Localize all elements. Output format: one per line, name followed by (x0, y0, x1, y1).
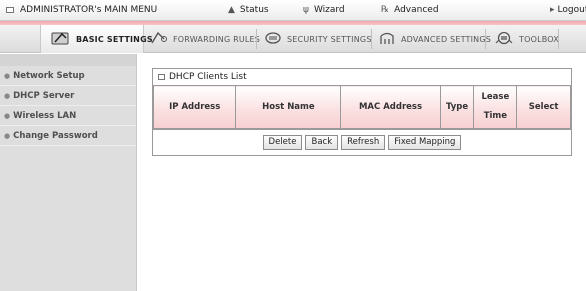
tab-divider (485, 29, 486, 49)
wizard-link[interactable]: ψ Wizard (303, 5, 345, 15)
security-settings-icon (264, 30, 282, 48)
forwarding-rules-icon (150, 30, 168, 48)
wizard-icon: ψ (303, 5, 309, 15)
column-header-select: Select (516, 85, 571, 129)
refresh-button[interactable]: Refresh (341, 135, 386, 150)
status-link[interactable]: ▲ Status (228, 5, 269, 15)
tab-divider (558, 29, 559, 49)
panel-header: DHCP Clients List (153, 69, 571, 85)
column-header-lease-time: Lease Time (473, 85, 518, 129)
column-header-ip-address: IP Address (152, 85, 237, 129)
column-header-mac-address: MAC Address (340, 85, 441, 129)
bullet-icon: ● (4, 111, 11, 120)
dhcp-clients-panel: DHCP Clients List IP Address Host Name M… (152, 68, 572, 156)
button-row: Delete Back Refresh Fixed Mapping (153, 129, 571, 155)
window-icon (158, 74, 165, 80)
sidebar-item-dhcp-server[interactable]: ● DHCP Server (0, 86, 136, 106)
tab-toolbox[interactable]: TOOLBOX (494, 25, 559, 53)
back-button[interactable]: Back (305, 135, 339, 150)
status-icon: ▲ (228, 5, 235, 15)
column-header-type: Type (439, 85, 475, 129)
arrow-right-icon: ▸ (550, 5, 555, 15)
main-tab-bar: BASIC SETTINGS FORWARDING RULES SECURITY… (0, 25, 586, 53)
panel-title: DHCP Clients List (169, 72, 247, 82)
sidebar-item-network-setup[interactable]: ● Network Setup (0, 66, 136, 86)
advanced-icon: ℞ (381, 5, 390, 15)
sidebar-item-change-password[interactable]: ● Change Password (0, 126, 136, 146)
window-icon (6, 7, 14, 13)
tab-basic-settings[interactable]: BASIC SETTINGS (40, 25, 153, 53)
bullet-icon: ● (4, 131, 11, 140)
bullet-icon: ● (4, 71, 11, 80)
logout-link[interactable]: ▸ Logout (550, 5, 586, 15)
sidebar: ● Network Setup ● DHCP Server ● Wireless… (0, 54, 137, 291)
advanced-link[interactable]: ℞ Advanced (381, 5, 439, 15)
tab-security-settings[interactable]: SECURITY SETTINGS (264, 25, 372, 53)
bullet-icon: ● (4, 91, 11, 100)
admin-main-menu-title: ADMINISTRATOR's MAIN MENU (6, 5, 157, 15)
fixed-mapping-button[interactable]: Fixed Mapping (388, 135, 462, 150)
delete-button[interactable]: Delete (262, 135, 303, 150)
sidebar-item-wireless-lan[interactable]: ● Wireless LAN (0, 106, 136, 126)
toolbox-icon (494, 30, 514, 48)
basic-settings-icon (51, 30, 71, 48)
dhcp-clients-table: IP Address Host Name MAC Address Type Le… (152, 85, 571, 129)
tab-divider (371, 29, 372, 49)
tab-forwarding-rules[interactable]: FORWARDING RULES (150, 25, 260, 53)
tab-advanced-settings[interactable]: ADVANCED SETTINGS (378, 25, 491, 53)
top-menu-bar: ADMINISTRATOR's MAIN MENU ▲ Status ψ Wiz… (0, 0, 586, 21)
column-header-host-name: Host Name (235, 85, 342, 129)
sidebar-header-strip (0, 54, 136, 66)
tab-divider (256, 29, 257, 49)
advanced-settings-icon (378, 30, 396, 48)
